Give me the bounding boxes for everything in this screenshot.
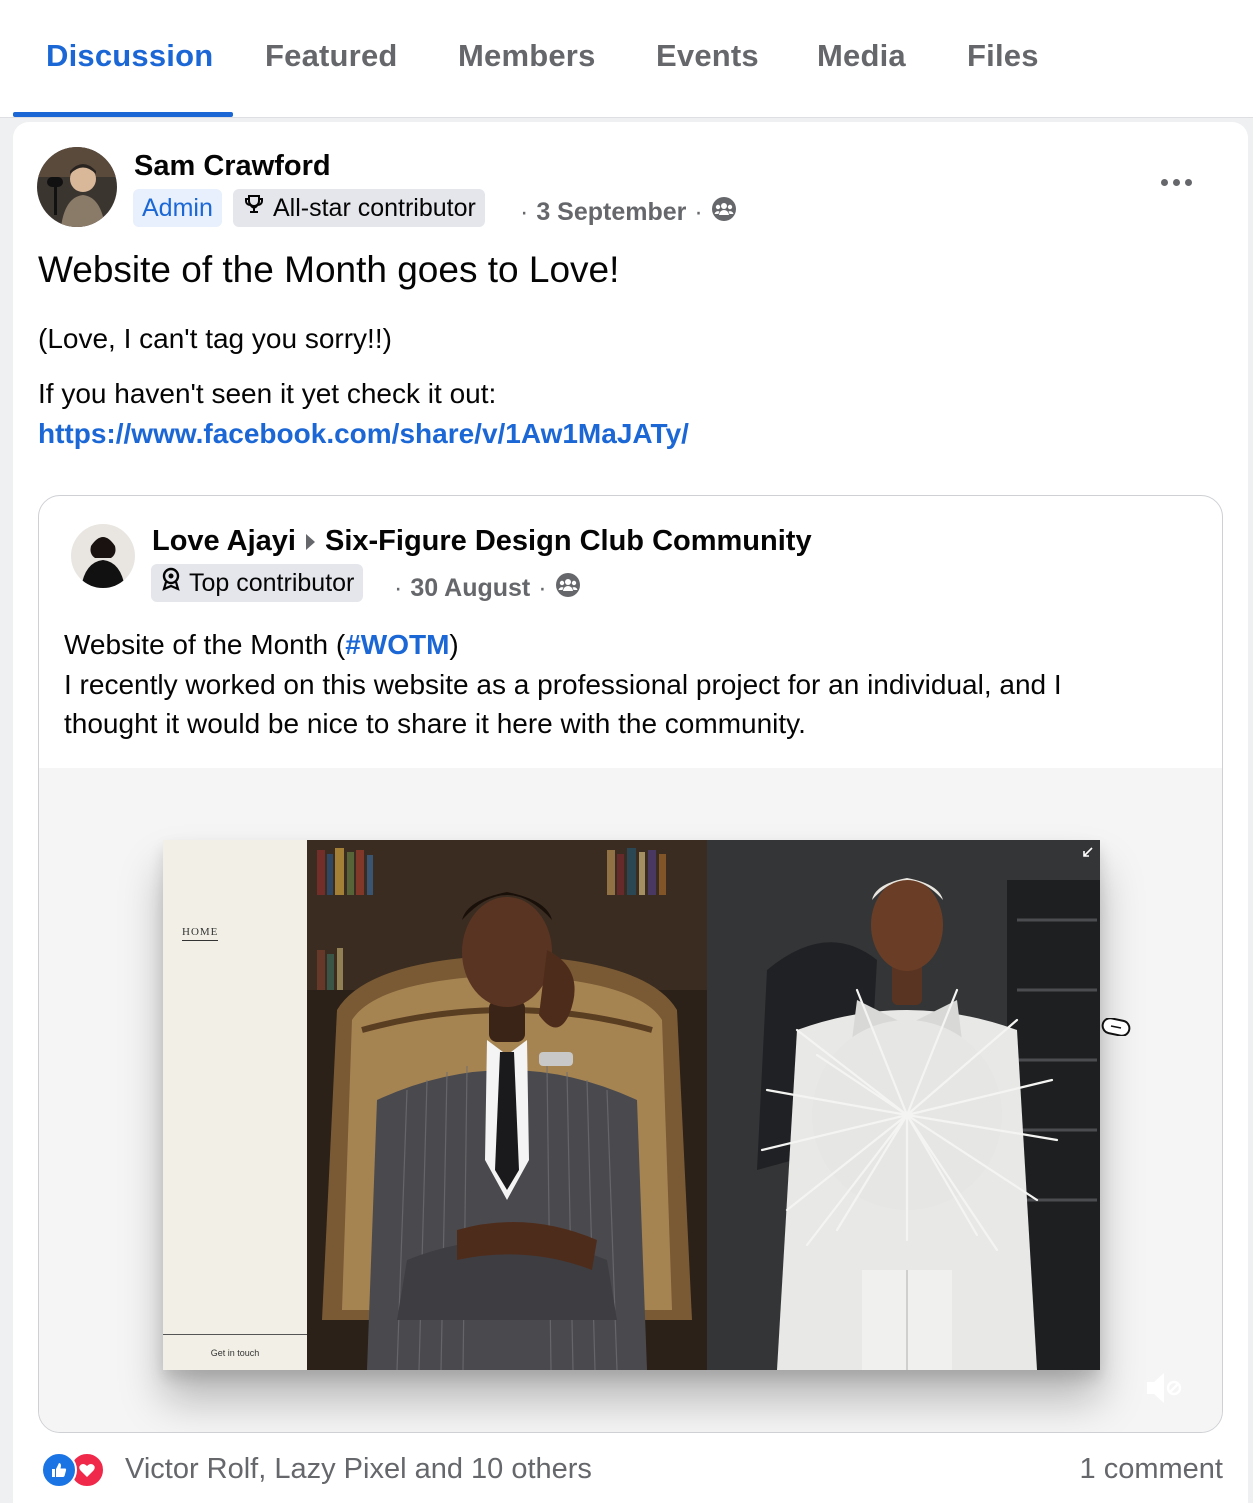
shared-text-line-3: thought it would be nice to share it her… (64, 708, 806, 739)
shared-author-name[interactable]: Love Ajayi (152, 525, 296, 558)
trophy-icon (242, 189, 266, 227)
reaction-icons[interactable] (41, 1452, 105, 1488)
group-tabs: Discussion Featured Members Events Media… (0, 0, 1253, 118)
collapse-icon[interactable] (1080, 846, 1094, 860)
cursor-pill-icon (1101, 1017, 1131, 1037)
shared-text-line-2: I recently worked on this website as a p… (64, 669, 1062, 700)
tab-media[interactable]: Media (817, 38, 906, 74)
post-meta: · 3 September · (520, 196, 737, 229)
post-link[interactable]: https://www.facebook.com/share/v/1Aw1MaJ… (38, 418, 689, 450)
top-contributor-label: Top contributor (189, 569, 355, 597)
reactions-summary[interactable]: Victor Rolf, Lazy Pixel and 10 others (125, 1453, 592, 1486)
post-text-line-2: If you haven't seen it yet check it out: (38, 378, 497, 409)
comments-count[interactable]: 1 comment (1080, 1453, 1223, 1486)
post-text-line-1: (Love, I can't tag you sorry!!) (38, 323, 392, 354)
more-options-icon[interactable] (1154, 164, 1198, 200)
tab-events[interactable]: Events (656, 38, 759, 74)
all-star-badge-label: All-star contributor (273, 194, 476, 222)
post-date[interactable]: 3 September (536, 198, 686, 227)
post-author-name[interactable]: Sam Crawford (134, 150, 331, 183)
group-icon (555, 572, 581, 605)
shared-post-meta: · 30 August · (394, 572, 581, 605)
website-sidebar: HOME Get in touch (163, 840, 307, 1370)
arrow-right-icon (305, 533, 315, 550)
website-photo-suit (307, 840, 707, 1370)
hashtag-link[interactable]: #WOTM (345, 629, 449, 660)
mute-icon[interactable] (1141, 1366, 1185, 1410)
shared-author-avatar[interactable] (71, 524, 135, 588)
shared-group-name[interactable]: Six-Figure Design Club Community (325, 525, 812, 558)
tab-members[interactable]: Members (458, 38, 596, 74)
group-icon (711, 196, 737, 229)
like-icon (41, 1452, 77, 1488)
top-contributor-badge[interactable]: Top contributor (151, 564, 364, 602)
tab-featured[interactable]: Featured (265, 38, 398, 74)
website-nav-home: HOME (182, 926, 219, 941)
all-star-badge[interactable]: All-star contributor (233, 189, 485, 227)
active-tab-indicator (13, 112, 233, 117)
shared-post-date[interactable]: 30 August (410, 574, 530, 603)
shared-text-prefix: Website of the Month ( (64, 629, 346, 660)
tab-discussion[interactable]: Discussion (46, 38, 213, 74)
tab-files[interactable]: Files (967, 38, 1039, 74)
shared-author-line: Love Ajayi Six-Figure Design Club Commun… (152, 525, 812, 558)
website-divider (163, 1334, 307, 1335)
shared-post[interactable]: Love Ajayi Six-Figure Design Club Commun… (38, 495, 1223, 1433)
contributor-medal-icon (160, 564, 182, 602)
website-cta: Get in touch (210, 1348, 260, 1358)
post-title: Website of the Month goes to Love! (38, 249, 620, 290)
shared-text-line-1: Website of the Month (#WOTM) (64, 629, 459, 661)
shared-text-suffix: ) (449, 629, 459, 660)
avatar[interactable] (37, 147, 117, 227)
admin-badge[interactable]: Admin (133, 189, 222, 227)
website-photo-feathers (707, 840, 1100, 1370)
website-preview: HOME Get in touch (163, 840, 1100, 1370)
video-player[interactable]: HOME Get in touch (39, 768, 1222, 1432)
